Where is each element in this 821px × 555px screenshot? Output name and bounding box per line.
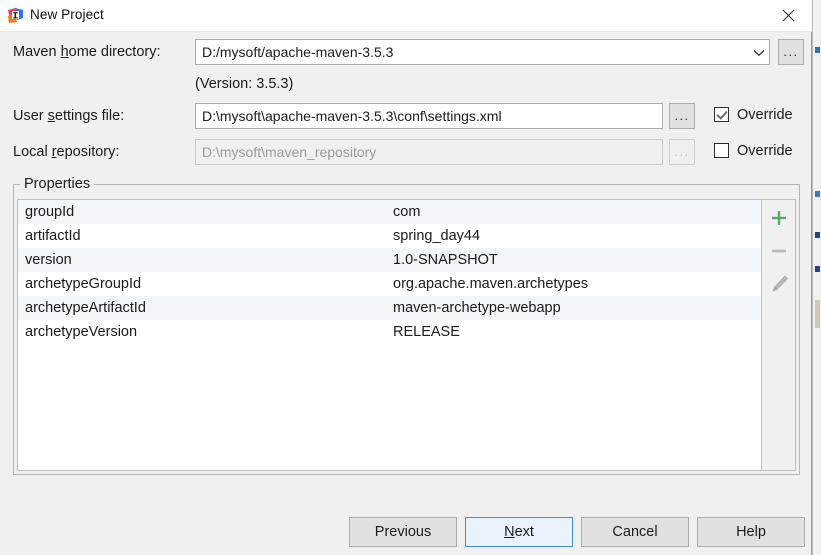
add-property-button[interactable] (762, 203, 795, 233)
background-artifact (815, 47, 820, 53)
local-repository-input: D:\mysoft\maven_repository (195, 139, 663, 165)
background-artifact (815, 191, 820, 197)
help-button[interactable]: Help (697, 517, 805, 547)
table-row[interactable]: archetypeGroupId org.apache.maven.archet… (18, 272, 762, 296)
next-button[interactable]: Next (465, 517, 573, 547)
maven-version-note: (Version: 3.5.3) (195, 76, 294, 92)
property-value: spring_day44 (393, 228, 481, 244)
maven-home-label: Maven home directory: (13, 44, 161, 60)
maven-home-label-pre: Maven (13, 44, 61, 60)
maven-home-value: D:/mysoft/apache-maven-3.5.3 (202, 44, 394, 60)
plus-icon (772, 211, 786, 225)
chevron-down-icon[interactable] (748, 44, 770, 60)
user-settings-browse-button[interactable]: ... (669, 103, 695, 129)
user-settings-input[interactable]: D:\mysoft\apache-maven-3.5.3\conf\settin… (195, 103, 663, 129)
local-repository-override-label: Override (737, 143, 793, 159)
property-key: version (25, 252, 72, 268)
window-title: New Project (30, 7, 104, 22)
local-repository-label-post: epository: (56, 144, 120, 160)
property-value: com (393, 204, 421, 220)
title-bar: New Project (0, 0, 812, 31)
property-key: archetypeGroupId (25, 276, 142, 292)
user-settings-label-pre: User (13, 108, 48, 124)
previous-button[interactable]: Previous (349, 517, 457, 547)
next-button-label-mnemonic: N (504, 524, 515, 540)
close-icon (782, 9, 795, 22)
user-settings-label-post: ettings file: (54, 108, 125, 124)
properties-group-title: Properties (20, 176, 95, 192)
close-button[interactable] (766, 0, 812, 31)
property-key: archetypeVersion (25, 324, 138, 340)
maven-home-label-post: ome directory: (68, 44, 161, 60)
properties-toolbar (761, 200, 795, 470)
table-row[interactable]: artifactId spring_day44 (18, 224, 762, 248)
local-repository-label-pre: Local (13, 144, 52, 160)
background-window-sliver (812, 0, 821, 555)
edit-property-button[interactable] (762, 269, 795, 299)
pencil-icon (772, 275, 788, 292)
title-bar-divider (0, 31, 812, 32)
property-value: RELEASE (393, 324, 460, 340)
background-artifact (815, 266, 820, 272)
user-settings-label-mnemonic: s (47, 108, 55, 124)
property-key: artifactId (25, 228, 81, 244)
properties-table[interactable]: groupId com artifactId spring_day44 vers… (17, 199, 796, 471)
local-repository-value: D:\mysoft\maven_repository (202, 144, 377, 160)
table-row[interactable]: version 1.0-SNAPSHOT (18, 248, 762, 272)
next-button-label-post: ext (514, 524, 534, 540)
checkbox-box-unchecked (714, 143, 729, 158)
maven-home-combo[interactable]: D:/mysoft/apache-maven-3.5.3 (195, 39, 770, 65)
table-row[interactable]: archetypeArtifactId maven-archetype-weba… (18, 296, 762, 320)
background-artifact (815, 232, 820, 238)
local-repository-label: Local repository: (13, 144, 119, 160)
property-value: 1.0-SNAPSHOT (393, 252, 498, 268)
table-row[interactable]: groupId com (18, 200, 762, 224)
minus-icon (772, 249, 786, 253)
maven-home-browse-button[interactable]: ... (778, 39, 804, 65)
local-repository-override-checkbox[interactable]: Override (714, 142, 793, 159)
user-settings-override-label: Override (737, 107, 793, 123)
property-key: groupId (25, 204, 75, 220)
table-row[interactable]: archetypeVersion RELEASE (18, 320, 762, 344)
cancel-button[interactable]: Cancel (581, 517, 689, 547)
remove-property-button[interactable] (762, 236, 795, 266)
local-repository-browse-button: ... (669, 139, 695, 165)
property-value: maven-archetype-webapp (393, 300, 561, 316)
user-settings-label: User settings file: (13, 108, 124, 124)
user-settings-value: D:\mysoft\apache-maven-3.5.3\conf\settin… (202, 108, 502, 124)
checkbox-box-checked (714, 107, 729, 122)
background-artifact (815, 300, 820, 328)
property-key: archetypeArtifactId (25, 300, 146, 316)
intellij-idea-icon (7, 7, 24, 24)
properties-table-body: groupId com artifactId spring_day44 vers… (18, 200, 762, 344)
user-settings-override-checkbox[interactable]: Override (714, 106, 793, 123)
maven-home-label-mnemonic: h (60, 44, 69, 60)
property-value: org.apache.maven.archetypes (393, 276, 589, 292)
new-project-dialog: New Project Maven home directory: D:/mys… (0, 0, 812, 555)
